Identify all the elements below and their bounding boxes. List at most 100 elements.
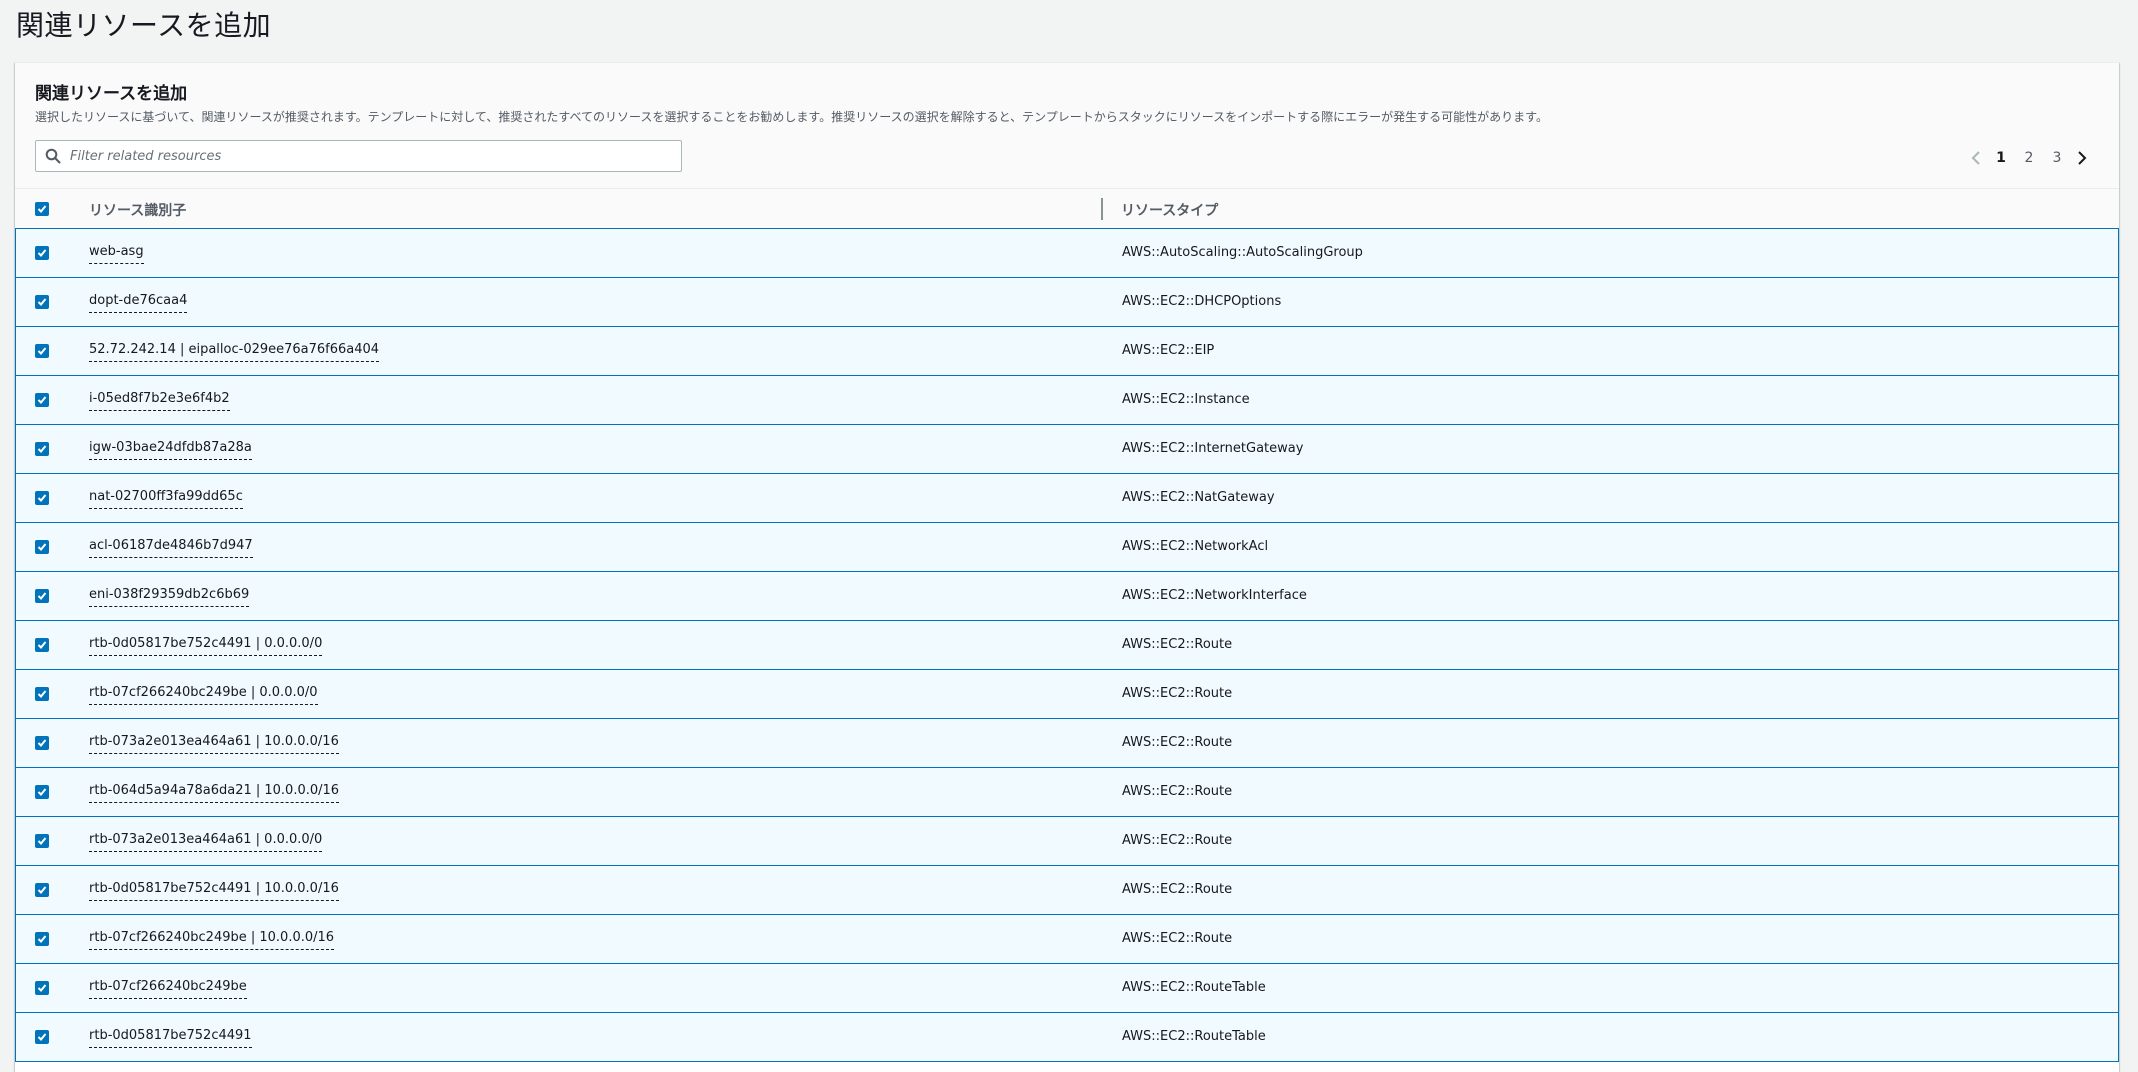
pagination: 1 2 3: [1965, 147, 2093, 169]
table-row[interactable]: igw-03bae24dfdb87a28a AWS::EC2::Internet…: [15, 425, 2119, 474]
row-checkbox[interactable]: [35, 344, 49, 358]
resource-type: AWS::EC2::Route: [1122, 833, 1233, 848]
row-checkbox[interactable]: [35, 295, 49, 309]
resource-identifier[interactable]: 52.72.242.14 | eipalloc-029ee76a76f66a40…: [89, 342, 380, 362]
row-checkbox[interactable]: [35, 736, 49, 750]
resource-identifier[interactable]: rtb-07cf266240bc249be: [89, 979, 247, 999]
table-row[interactable]: rtb-073a2e013ea464a61 | 10.0.0.0/16 AWS:…: [15, 719, 2119, 768]
column-header-resource-identifier[interactable]: リソース識別子: [89, 200, 186, 220]
resource-type: AWS::EC2::NetworkAcl: [1122, 539, 1269, 554]
panel-header: 関連リソースを追加 選択したリソースに基づいて、関連リソースが推奨されます。テン…: [15, 63, 2119, 189]
table-row[interactable]: rtb-07cf266240bc249be AWS::EC2::RouteTab…: [15, 964, 2119, 1013]
panel-description: 選択したリソースに基づいて、関連リソースが推奨されます。テンプレートに対して、推…: [35, 110, 1548, 124]
resource-identifier[interactable]: i-05ed8f7b2e3e6f4b2: [89, 391, 230, 411]
page-button-1[interactable]: 1: [1987, 150, 2015, 166]
search-icon: [45, 148, 61, 164]
filter-input[interactable]: [68, 143, 668, 169]
row-checkbox[interactable]: [35, 589, 49, 603]
table-row[interactable]: eni-038f29359db2c6b69 AWS::EC2::NetworkI…: [15, 572, 2119, 621]
resource-identifier[interactable]: eni-038f29359db2c6b69: [89, 587, 250, 607]
resource-type: AWS::AutoScaling::AutoScalingGroup: [1122, 245, 1363, 260]
panel-title: 関連リソースを追加: [35, 84, 188, 104]
column-header-resource-type[interactable]: リソースタイプ: [1121, 200, 1218, 220]
chevron-left-icon: [1971, 151, 1980, 165]
check-icon: [37, 445, 47, 453]
check-icon: [37, 205, 47, 213]
page-title: 関連リソースを追加: [16, 9, 272, 42]
resource-type: AWS::EC2::Route: [1122, 637, 1233, 652]
check-icon: [37, 1033, 47, 1041]
resource-type: AWS::EC2::Route: [1122, 931, 1233, 946]
row-checkbox[interactable]: [35, 1030, 49, 1044]
check-icon: [37, 935, 47, 943]
resource-identifier[interactable]: rtb-07cf266240bc249be | 0.0.0.0/0: [89, 685, 318, 705]
row-checkbox[interactable]: [35, 540, 49, 554]
row-checkbox[interactable]: [35, 687, 49, 701]
check-icon: [37, 494, 47, 502]
resource-type: AWS::EC2::InternetGateway: [1122, 441, 1304, 456]
resource-type: AWS::EC2::EIP: [1122, 343, 1215, 358]
resource-identifier[interactable]: rtb-0d05817be752c4491 | 0.0.0.0/0: [89, 636, 323, 656]
previous-page-button[interactable]: [1965, 147, 1987, 169]
resource-identifier[interactable]: rtb-064d5a94a78a6da21 | 10.0.0.0/16: [89, 783, 340, 803]
resource-identifier[interactable]: igw-03bae24dfdb87a28a: [89, 440, 252, 460]
table-row[interactable]: rtb-073a2e013ea464a61 | 0.0.0.0/0 AWS::E…: [15, 817, 2119, 866]
resource-type: AWS::EC2::Route: [1122, 784, 1233, 799]
check-icon: [37, 543, 47, 551]
resource-identifier[interactable]: rtb-0d05817be752c4491: [89, 1028, 252, 1048]
row-checkbox[interactable]: [35, 393, 49, 407]
resource-type: AWS::EC2::Instance: [1122, 392, 1250, 407]
resource-identifier[interactable]: web-asg: [89, 244, 144, 264]
resource-identifier[interactable]: dopt-de76caa4: [89, 293, 188, 313]
table-row[interactable]: 52.72.242.14 | eipalloc-029ee76a76f66a40…: [15, 327, 2119, 376]
resource-type: AWS::EC2::RouteTable: [1122, 1029, 1266, 1044]
row-checkbox[interactable]: [35, 491, 49, 505]
table-row[interactable]: rtb-07cf266240bc249be | 10.0.0.0/16 AWS:…: [15, 915, 2119, 964]
check-icon: [37, 690, 47, 698]
chevron-right-icon: [2078, 151, 2087, 165]
resource-type: AWS::EC2::NetworkInterface: [1122, 588, 1307, 603]
resource-identifier[interactable]: nat-02700ff3fa99dd65c: [89, 489, 243, 509]
resource-identifier[interactable]: rtb-07cf266240bc249be | 10.0.0.0/16: [89, 930, 335, 950]
resource-type: AWS::EC2::RouteTable: [1122, 980, 1266, 995]
page-button-2[interactable]: 2: [2015, 150, 2043, 166]
select-all-checkbox[interactable]: [35, 202, 49, 216]
resource-type: AWS::EC2::Route: [1122, 882, 1233, 897]
page-button-3[interactable]: 3: [2043, 150, 2071, 166]
check-icon: [37, 788, 47, 796]
resource-type: AWS::EC2::Route: [1122, 686, 1233, 701]
resource-type: AWS::EC2::NatGateway: [1122, 490, 1275, 505]
row-checkbox[interactable]: [35, 932, 49, 946]
check-icon: [37, 347, 47, 355]
column-resize-handle[interactable]: [1101, 198, 1103, 220]
row-checkbox[interactable]: [35, 246, 49, 260]
check-icon: [37, 641, 47, 649]
check-icon: [37, 739, 47, 747]
table-row[interactable]: nat-02700ff3fa99dd65c AWS::EC2::NatGatew…: [15, 474, 2119, 523]
row-checkbox[interactable]: [35, 638, 49, 652]
row-checkbox[interactable]: [35, 442, 49, 456]
table-row[interactable]: i-05ed8f7b2e3e6f4b2 AWS::EC2::Instance: [15, 376, 2119, 425]
row-checkbox[interactable]: [35, 883, 49, 897]
table-header: リソース識別子 リソースタイプ: [15, 189, 2119, 229]
related-resources-panel: 関連リソースを追加 選択したリソースに基づいて、関連リソースが推奨されます。テン…: [15, 62, 2119, 1072]
table-row[interactable]: rtb-064d5a94a78a6da21 | 10.0.0.0/16 AWS:…: [15, 768, 2119, 817]
table-row[interactable]: rtb-07cf266240bc249be | 0.0.0.0/0 AWS::E…: [15, 670, 2119, 719]
resource-identifier[interactable]: acl-06187de4846b7d947: [89, 538, 253, 558]
resource-identifier[interactable]: rtb-0d05817be752c4491 | 10.0.0.0/16: [89, 881, 339, 901]
resource-identifier[interactable]: rtb-073a2e013ea464a61 | 0.0.0.0/0: [89, 832, 323, 852]
row-checkbox[interactable]: [35, 785, 49, 799]
table-row[interactable]: acl-06187de4846b7d947 AWS::EC2::NetworkA…: [15, 523, 2119, 572]
resource-type: AWS::EC2::Route: [1122, 735, 1233, 750]
table-row[interactable]: dopt-de76caa4 AWS::EC2::DHCPOptions: [15, 278, 2119, 327]
resource-table-body: web-asg AWS::AutoScaling::AutoScalingGro…: [15, 229, 2119, 1062]
table-row[interactable]: rtb-0d05817be752c4491 | 10.0.0.0/16 AWS:…: [15, 866, 2119, 915]
table-row[interactable]: web-asg AWS::AutoScaling::AutoScalingGro…: [15, 229, 2119, 278]
resource-identifier[interactable]: rtb-073a2e013ea464a61 | 10.0.0.0/16: [89, 734, 339, 754]
resource-type: AWS::EC2::DHCPOptions: [1122, 294, 1282, 309]
row-checkbox[interactable]: [35, 834, 49, 848]
table-row[interactable]: rtb-0d05817be752c4491 | 0.0.0.0/0 AWS::E…: [15, 621, 2119, 670]
row-checkbox[interactable]: [35, 981, 49, 995]
table-row[interactable]: rtb-0d05817be752c4491 AWS::EC2::RouteTab…: [15, 1013, 2119, 1062]
next-page-button[interactable]: [2071, 147, 2093, 169]
